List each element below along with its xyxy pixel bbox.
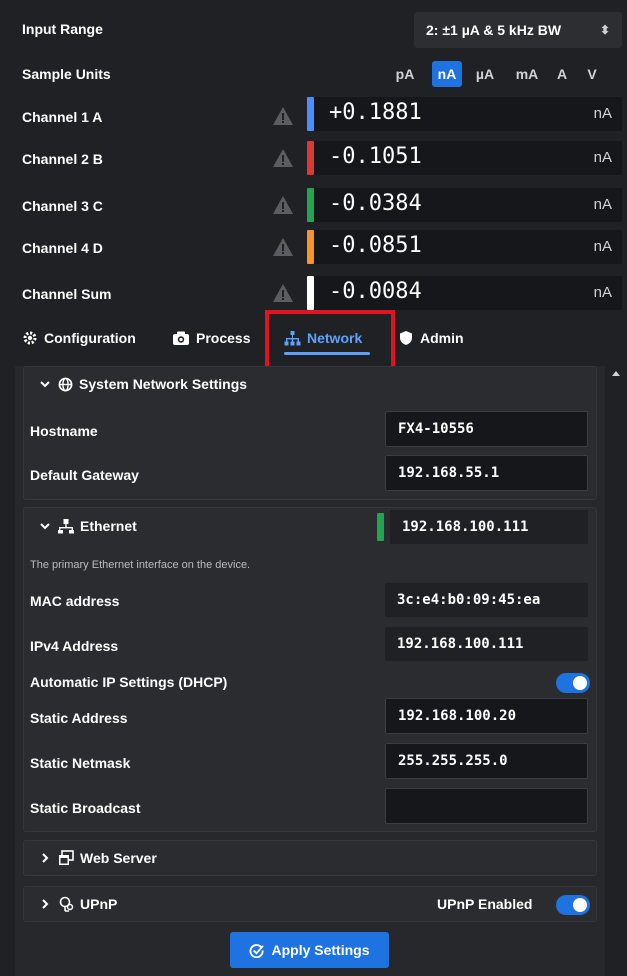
- tab-configuration[interactable]: Configuration: [22, 328, 136, 348]
- upnp-header[interactable]: UPnP: [40, 896, 117, 912]
- channel-color-bar: [307, 188, 314, 222]
- input-range-value: 2: ±1 µA & 5 kHz BW: [426, 22, 562, 38]
- dhcp-label: Automatic IP Settings (DHCP): [30, 674, 228, 690]
- upnp-toggle[interactable]: [556, 895, 590, 915]
- sample-units-label: Sample Units: [22, 66, 111, 82]
- unit-option-ua[interactable]: µA: [468, 61, 502, 87]
- toggle-knob: [573, 676, 587, 690]
- default-gateway-input[interactable]: 192.168.55.1: [385, 455, 588, 491]
- channel-readout: -0.1051 nA: [307, 141, 622, 175]
- channel-value: -0.0384: [329, 191, 422, 216]
- channel-value: +0.1881: [329, 100, 422, 125]
- channel-color-bar: [307, 276, 314, 310]
- channel-color-bar: [307, 230, 314, 264]
- channel-unit: nA: [593, 284, 612, 301]
- upnp-enabled-label: UPnP Enabled: [437, 896, 533, 912]
- ipv4-address-label: IPv4 Address: [30, 638, 119, 654]
- ethernet-section: [23, 507, 597, 832]
- static-netmask-label: Static Netmask: [30, 755, 131, 771]
- scroll-up-icon[interactable]: [612, 371, 620, 376]
- apply-settings-button[interactable]: Apply Settings: [230, 932, 389, 968]
- tab-label: Process: [196, 330, 251, 346]
- unit-option-a[interactable]: A: [550, 61, 574, 87]
- channel-color-bar: [307, 97, 314, 131]
- channel-unit: nA: [593, 196, 612, 213]
- section-title: Ethernet: [80, 518, 137, 534]
- gear-icon: [23, 331, 37, 345]
- upnp-icon: [59, 896, 74, 912]
- globe-icon: [58, 377, 73, 391]
- chevron-down-icon: [40, 381, 50, 388]
- channel-label: Channel 1 A: [22, 109, 103, 125]
- section-title: System Network Settings: [79, 376, 248, 392]
- warning-icon: [273, 196, 293, 214]
- tab-process[interactable]: Process: [172, 328, 250, 348]
- warning-icon: [273, 238, 293, 256]
- warning-icon: [273, 107, 293, 125]
- mac-address-label: MAC address: [30, 593, 120, 609]
- scrollbar[interactable]: [608, 366, 622, 976]
- section-title: Web Server: [80, 850, 157, 866]
- web-server-header[interactable]: Web Server: [40, 850, 157, 866]
- input-range-select[interactable]: 2: ±1 µA & 5 kHz BW ⬍: [414, 12, 622, 48]
- default-gateway-label: Default Gateway: [30, 467, 139, 483]
- channel-label: Channel Sum: [22, 286, 112, 302]
- hostname-input[interactable]: FX4-10556: [385, 411, 588, 447]
- channel-unit: nA: [593, 238, 612, 255]
- channel-value: -0.1051: [329, 144, 422, 169]
- static-address-label: Static Address: [30, 710, 128, 726]
- static-netmask-input[interactable]: 255.255.255.0: [385, 743, 588, 779]
- section-title: UPnP: [80, 896, 118, 912]
- channel-readout: -0.0851 nA: [307, 230, 622, 264]
- static-broadcast-input[interactable]: [385, 788, 588, 824]
- channel-unit: nA: [593, 105, 612, 122]
- shield-icon: [400, 331, 412, 345]
- chevron-right-icon: [42, 853, 49, 863]
- chevron-right-icon: [42, 899, 49, 909]
- hostname-label: Hostname: [30, 423, 98, 439]
- ethernet-description: The primary Ethernet interface on the de…: [30, 559, 251, 571]
- channel-readout: -0.0084 nA: [307, 276, 622, 310]
- window-icon: [59, 850, 74, 865]
- warning-icon: [273, 284, 293, 302]
- chevron-down-icon: [40, 523, 50, 530]
- ethernet-header[interactable]: Ethernet: [40, 518, 137, 534]
- unit-option-v[interactable]: V: [580, 61, 604, 87]
- unit-option-ma[interactable]: mA: [510, 61, 544, 87]
- unit-option-pa[interactable]: pA: [388, 61, 422, 87]
- mac-address-value: 3c:e4:b0:09:45:ea: [385, 583, 588, 617]
- warning-icon: [273, 149, 293, 167]
- channel-label: Channel 3 C: [22, 198, 103, 214]
- ethernet-status-indicator: [377, 513, 384, 541]
- network-tab-highlight: [265, 310, 395, 374]
- ethernet-icon: [58, 519, 74, 534]
- system-network-header[interactable]: System Network Settings: [40, 376, 247, 392]
- tab-label: Admin: [420, 330, 464, 346]
- apply-settings-label: Apply Settings: [271, 942, 370, 958]
- select-updown-icon: ⬍: [599, 23, 610, 37]
- static-address-input[interactable]: 192.168.100.20: [385, 698, 588, 734]
- camera-icon: [173, 331, 189, 345]
- channel-label: Channel 2 B: [22, 151, 103, 167]
- unit-option-na[interactable]: nA: [432, 61, 462, 87]
- channel-color-bar: [307, 141, 314, 175]
- channel-value: -0.0851: [329, 233, 422, 258]
- ipv4-address-value: 192.168.100.111: [385, 627, 588, 661]
- channel-readout: +0.1881 nA: [307, 97, 622, 131]
- input-range-label: Input Range: [22, 21, 103, 37]
- channel-label: Channel 4 D: [22, 240, 103, 256]
- dhcp-toggle[interactable]: [556, 673, 590, 693]
- static-broadcast-label: Static Broadcast: [30, 800, 141, 816]
- ethernet-address-display: 192.168.100.111: [390, 510, 588, 544]
- check-circle-icon: [250, 943, 265, 958]
- tab-admin[interactable]: Admin: [398, 328, 464, 348]
- toggle-knob: [573, 898, 587, 912]
- tab-label: Configuration: [44, 330, 136, 346]
- channel-unit: nA: [593, 149, 612, 166]
- channel-readout: -0.0384 nA: [307, 188, 622, 222]
- channel-value: -0.0084: [329, 279, 422, 304]
